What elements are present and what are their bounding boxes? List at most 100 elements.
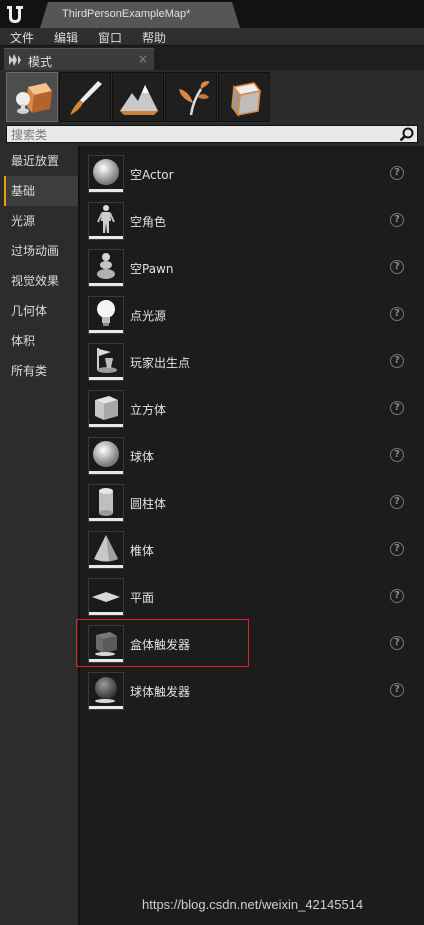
list-item-sphere[interactable]: 球体 ? bbox=[88, 437, 418, 479]
item-label: 空角色 bbox=[130, 215, 167, 229]
help-icon[interactable]: ? bbox=[390, 166, 404, 180]
box-trigger-icon bbox=[95, 632, 117, 656]
sphere-trigger-thumbnail bbox=[88, 672, 124, 710]
landscape-mode-button[interactable] bbox=[112, 72, 164, 122]
category-geometry[interactable]: 几何体 bbox=[4, 296, 78, 326]
geometry-mode-button[interactable] bbox=[218, 72, 270, 122]
place-mode-button[interactable] bbox=[6, 72, 58, 122]
item-label: 盒体触发器 bbox=[130, 638, 191, 652]
sphere-icon bbox=[93, 441, 119, 467]
mode-toolbar bbox=[0, 70, 424, 122]
document-tab-title: ThirdPersonExampleMap* bbox=[62, 8, 191, 20]
sphere-thumbnail bbox=[88, 437, 124, 475]
item-label: 空Pawn bbox=[130, 262, 174, 276]
point-light-thumbnail bbox=[88, 296, 124, 334]
sphere-icon bbox=[93, 159, 119, 185]
cone-icon bbox=[94, 535, 118, 562]
item-label: 玩家出生点 bbox=[130, 356, 191, 370]
item-label: 平面 bbox=[130, 591, 155, 605]
list-item-cylinder[interactable]: 圆柱体 ? bbox=[88, 484, 418, 526]
place-icon bbox=[16, 83, 52, 114]
player-start-icon bbox=[97, 348, 117, 373]
unreal-logo-icon[interactable] bbox=[4, 3, 26, 25]
help-icon[interactable]: ? bbox=[390, 354, 404, 368]
title-bar: ThirdPersonExampleMap* bbox=[0, 0, 424, 28]
help-icon[interactable]: ? bbox=[390, 260, 404, 274]
pawn-icon bbox=[97, 253, 115, 279]
tab-modes[interactable]: 模式 × bbox=[4, 48, 154, 70]
cone-thumbnail bbox=[88, 531, 124, 569]
menu-edit[interactable]: 编辑 bbox=[54, 29, 78, 46]
menu-help[interactable]: 帮助 bbox=[142, 29, 166, 46]
watermark: https://blog.csdn.net/weixin_42145514 bbox=[142, 897, 364, 912]
cylinder-icon bbox=[99, 488, 113, 516]
cube-icon bbox=[95, 396, 118, 420]
search-bar bbox=[0, 122, 424, 146]
list-item-cone[interactable]: 椎体 ? bbox=[88, 531, 418, 573]
category-basic[interactable]: 基础 bbox=[4, 176, 78, 206]
list-item-player-start[interactable]: 玩家出生点 ? bbox=[88, 343, 418, 385]
tab-modes-label: 模式 bbox=[28, 55, 53, 69]
help-icon[interactable]: ? bbox=[390, 589, 404, 603]
cylinder-thumbnail bbox=[88, 484, 124, 522]
item-label: 空Actor bbox=[130, 168, 174, 182]
help-icon[interactable]: ? bbox=[390, 213, 404, 227]
list-item-box-trigger[interactable]: 盒体触发器 ? bbox=[88, 625, 418, 667]
sphere-trigger-icon bbox=[95, 677, 117, 703]
landscape-icon bbox=[120, 85, 158, 115]
foliage-icon bbox=[179, 81, 210, 116]
category-sidebar: 最近放置 基础 光源 过场动画 视觉效果 几何体 体积 所有类 bbox=[0, 146, 78, 925]
empty-pawn-thumbnail bbox=[88, 249, 124, 287]
list-item-plane[interactable]: 平面 ? bbox=[88, 578, 418, 620]
category-recent[interactable]: 最近放置 bbox=[4, 146, 78, 176]
list-item-empty-actor[interactable]: 空Actor ? bbox=[88, 155, 418, 197]
help-icon[interactable]: ? bbox=[390, 307, 404, 321]
category-visual-effects[interactable]: 视觉效果 bbox=[4, 266, 78, 296]
list-item-sphere-trigger[interactable]: 球体触发器 ? bbox=[88, 672, 418, 714]
category-lights[interactable]: 光源 bbox=[4, 206, 78, 236]
empty-actor-thumbnail bbox=[88, 155, 124, 193]
menu-bar: 文件 编辑 窗口 帮助 bbox=[0, 28, 424, 46]
item-label: 球体 bbox=[130, 450, 155, 464]
category-volumes[interactable]: 体积 bbox=[4, 326, 78, 356]
panel-tab-bar: 模式 × bbox=[0, 46, 424, 70]
box-trigger-thumbnail bbox=[88, 625, 124, 663]
empty-character-thumbnail bbox=[88, 202, 124, 240]
modes-tab-icon bbox=[9, 54, 21, 66]
category-cinematic[interactable]: 过场动画 bbox=[4, 236, 78, 266]
search-box bbox=[6, 125, 418, 143]
list-item-empty-character[interactable]: 空角色 ? bbox=[88, 202, 418, 244]
player-start-thumbnail bbox=[88, 343, 124, 381]
paint-mode-button[interactable] bbox=[59, 72, 111, 122]
item-label: 球体触发器 bbox=[130, 685, 191, 699]
list-item-cube[interactable]: 立方体 ? bbox=[88, 390, 418, 432]
lightbulb-icon bbox=[97, 300, 115, 326]
plane-icon bbox=[92, 592, 120, 602]
search-icon[interactable] bbox=[399, 127, 414, 142]
help-icon[interactable]: ? bbox=[390, 495, 404, 509]
plane-thumbnail bbox=[88, 578, 124, 616]
geometry-icon bbox=[231, 82, 262, 117]
help-icon[interactable]: ? bbox=[390, 401, 404, 415]
placeable-list: 空Actor ? 空角色 ? 空Pawn ? 点光源 ? 玩家出生点 ? 立方体… bbox=[78, 146, 424, 925]
paint-brush-icon bbox=[70, 81, 102, 115]
cube-thumbnail bbox=[88, 390, 124, 428]
item-label: 椎体 bbox=[130, 544, 155, 558]
help-icon[interactable]: ? bbox=[390, 636, 404, 650]
close-icon[interactable]: × bbox=[138, 52, 148, 66]
category-all-classes[interactable]: 所有类 bbox=[4, 356, 78, 386]
menu-file[interactable]: 文件 bbox=[10, 29, 34, 46]
help-icon[interactable]: ? bbox=[390, 448, 404, 462]
item-label: 点光源 bbox=[130, 309, 167, 323]
item-label: 圆柱体 bbox=[130, 497, 167, 511]
menu-window[interactable]: 窗口 bbox=[98, 29, 122, 46]
list-item-empty-pawn[interactable]: 空Pawn ? bbox=[88, 249, 418, 291]
character-icon bbox=[97, 205, 115, 233]
help-icon[interactable]: ? bbox=[390, 542, 404, 556]
document-tab[interactable]: ThirdPersonExampleMap* bbox=[40, 2, 240, 28]
list-item-point-light[interactable]: 点光源 ? bbox=[88, 296, 418, 338]
search-input[interactable] bbox=[11, 127, 391, 142]
help-icon[interactable]: ? bbox=[390, 683, 404, 697]
item-label: 立方体 bbox=[130, 403, 167, 417]
foliage-mode-button[interactable] bbox=[165, 72, 217, 122]
